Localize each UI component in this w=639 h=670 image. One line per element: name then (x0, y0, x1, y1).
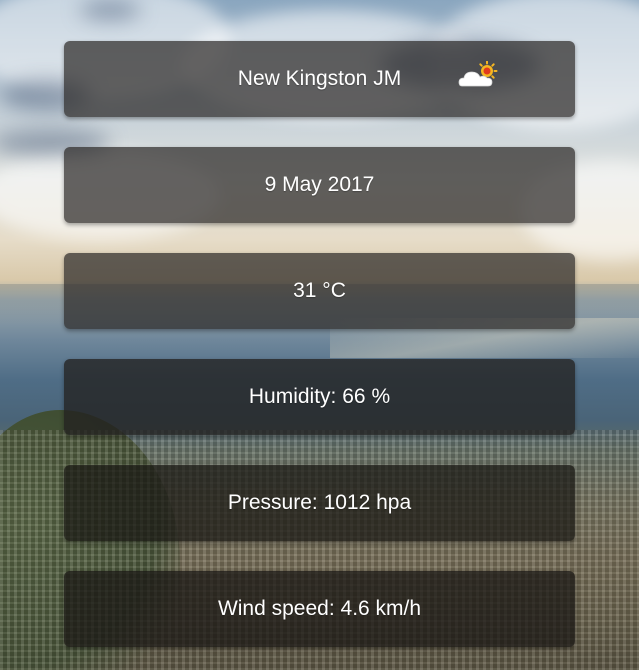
pressure-value: 1012 hpa (323, 491, 412, 514)
date-text: 9 May 2017 (264, 173, 375, 196)
temperature-card: 31 °C (64, 253, 575, 329)
wind-speed-label: Wind speed: (217, 597, 335, 620)
temperature-text: 31 °C (293, 279, 346, 302)
pressure-label: Pressure: (227, 491, 318, 514)
location-card: New Kingston JM (64, 41, 575, 117)
date-card: 9 May 2017 (64, 147, 575, 223)
humidity-label: Humidity: (248, 385, 337, 408)
partly-cloudy-sun-icon (458, 61, 498, 87)
wind-speed-card: Wind speed: 4.6 km/h (64, 571, 575, 647)
pressure-card: Pressure: 1012 hpa (64, 465, 575, 541)
wind-speed-value: 4.6 km/h (340, 597, 422, 620)
humidity-card: Humidity: 66 % (64, 359, 575, 435)
humidity-value: 66 % (342, 385, 391, 408)
